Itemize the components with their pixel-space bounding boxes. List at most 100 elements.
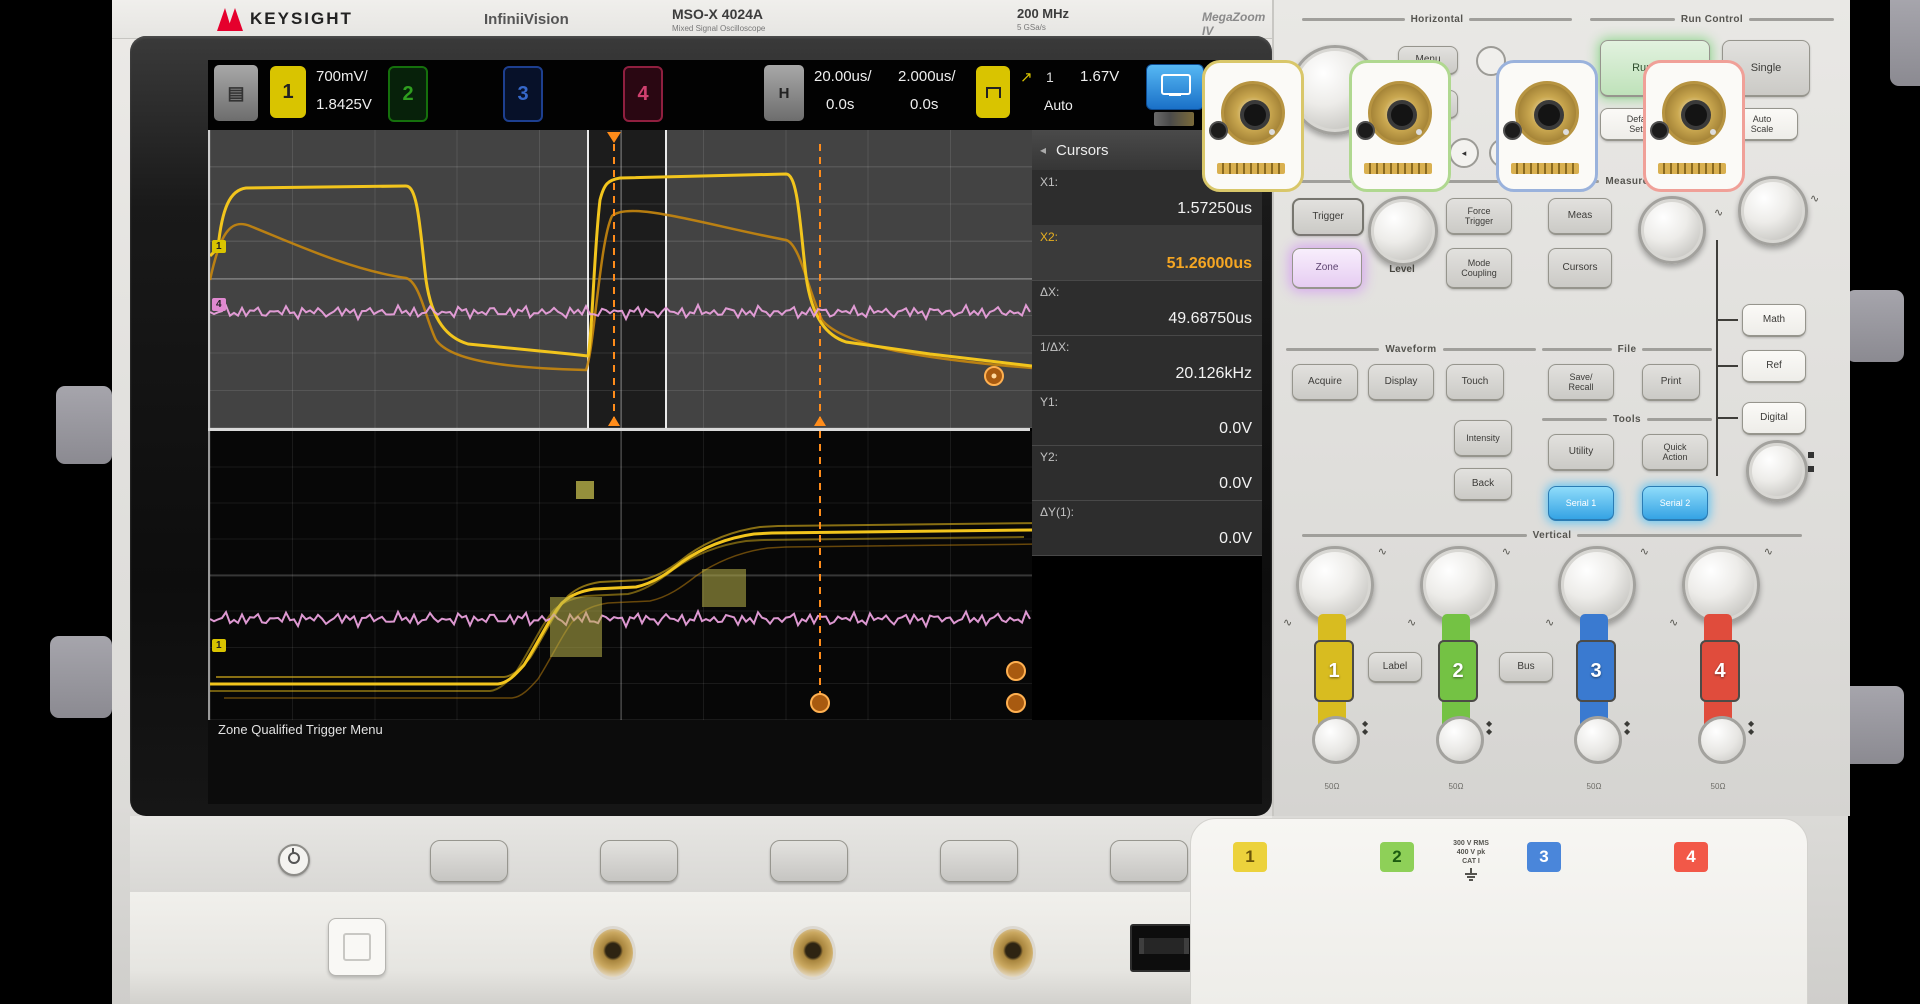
menu-icon-button[interactable]: ▤ (214, 65, 258, 121)
knob-dot (1808, 466, 1814, 472)
cursor-dy-label: ΔY(1): (1040, 505, 1074, 519)
analysis-bracket (1716, 417, 1738, 419)
ch4-position-knob[interactable] (1698, 716, 1746, 764)
ch2-position-knob[interactable] (1436, 716, 1484, 764)
channel2-status-button[interactable]: 2 (388, 66, 428, 122)
ch1-on-off-button[interactable]: 1 (1314, 640, 1354, 702)
bnc-pin (1269, 129, 1275, 135)
bus-button[interactable]: Bus (1499, 652, 1553, 683)
bnc-center (1240, 100, 1270, 130)
cursor-row-dy[interactable]: ΔY(1): 0.0V (1032, 500, 1262, 556)
utility-button[interactable]: Utility (1548, 434, 1614, 471)
vertical-label-text: Vertical (1533, 530, 1572, 541)
wave-symbol: ∿ (1714, 206, 1723, 219)
ch1-filtered-trace (210, 211, 1032, 370)
cursors-panel: ◂ Cursors ▦ X1: 1.57250us X2: 51.26000us… (1032, 130, 1262, 555)
cursors-button[interactable]: Cursors (1548, 248, 1612, 289)
ref-button[interactable]: Ref (1742, 350, 1806, 383)
cursor-dx-value: 49.68750us (1168, 310, 1252, 328)
cursor-grab-handle[interactable] (1007, 662, 1025, 680)
print-button[interactable]: Print (1642, 364, 1700, 401)
channel4-status-button[interactable]: 4 (623, 66, 663, 122)
ch3-position-knob[interactable] (1574, 716, 1622, 764)
usb-host-port[interactable] (328, 918, 386, 976)
analysis-bracket (1716, 319, 1738, 321)
force-trigger-button[interactable]: Force Trigger (1446, 198, 1512, 235)
meas-button[interactable]: Meas (1548, 198, 1612, 235)
hw-softkey-2[interactable] (600, 840, 678, 882)
ch1-ground-marker: 1 (212, 240, 226, 253)
touch-display-button[interactable] (1146, 64, 1204, 110)
back-button[interactable]: Back (1454, 468, 1512, 501)
cursor-grab-handle[interactable] (811, 694, 829, 712)
trigger-level-knob[interactable] (1368, 196, 1438, 266)
power-button[interactable] (278, 844, 310, 876)
channel1-status-button[interactable]: 1 (270, 66, 306, 118)
bnc-ring (1515, 81, 1579, 145)
horizontal-status-button[interactable]: H (764, 65, 804, 121)
sample-rate-label: 5 GSa/s (1017, 23, 1046, 32)
ch1-persistence-trace (210, 537, 1024, 691)
intensity-button[interactable]: Intensity (1454, 420, 1512, 457)
acquire-button[interactable]: Acquire (1292, 364, 1358, 401)
hw-softkey-1[interactable] (430, 840, 508, 882)
autoprobe-strip (1511, 163, 1579, 174)
bnc2-number: 2 (1392, 847, 1401, 867)
bnc4-label: 4 (1674, 842, 1708, 872)
analysis-knob-b[interactable] (1746, 440, 1808, 502)
hw-softkey-4[interactable] (940, 840, 1018, 882)
ch1-scale-knob[interactable] (1296, 546, 1374, 624)
tools-label-text: Tools (1613, 414, 1641, 425)
cursor-x1-label: X1: (1040, 175, 1058, 189)
cursor-row-y2[interactable]: Y2: 0.0V (1032, 445, 1262, 501)
power-icon-bar (292, 848, 294, 854)
label-button[interactable]: Label (1368, 652, 1422, 683)
ch4-scale-knob[interactable] (1682, 546, 1760, 624)
ch2-scale-knob[interactable] (1420, 546, 1498, 624)
quick-action-button[interactable]: Quick Action (1642, 434, 1708, 471)
cursor-row-freq[interactable]: 1/ΔX: 20.126kHz (1032, 335, 1262, 391)
touch-button[interactable]: Touch (1446, 364, 1504, 401)
math-button[interactable]: Math (1742, 304, 1806, 337)
waveform-display[interactable]: 1 4 (208, 130, 1030, 722)
cursor-row-x2[interactable]: X2: 51.26000us (1032, 225, 1262, 281)
serial1-button[interactable]: Serial 1 (1548, 486, 1614, 521)
cursor-grab-handle[interactable] (1007, 694, 1025, 712)
trigger-status-button[interactable] (976, 66, 1010, 118)
cursor-row-y1[interactable]: Y1: 0.0V (1032, 390, 1262, 446)
level-knob-label: Level (1378, 264, 1426, 275)
hw-softkey-3[interactable] (770, 840, 848, 882)
hw-softkey-5[interactable] (1110, 840, 1188, 882)
mode-coupling-button[interactable]: Mode Coupling (1446, 248, 1512, 289)
ch1-position-knob[interactable] (1312, 716, 1360, 764)
display-button[interactable]: Display (1368, 364, 1434, 401)
cursor-x2-label: X2: (1040, 230, 1058, 244)
zoom-timebase-window: 1 (208, 431, 1032, 720)
zone-trigger-button[interactable]: Zone (1292, 248, 1362, 289)
analysis-knob-a[interactable] (1738, 176, 1808, 246)
ch2-on-off-button[interactable]: 2 (1438, 640, 1478, 702)
channel3-status-button[interactable]: 3 (503, 66, 543, 122)
model-subtitle: Mixed Signal Oscilloscope (672, 24, 765, 33)
ch4-on-off-button[interactable]: 4 (1700, 640, 1740, 702)
cursors-knob[interactable] (1638, 196, 1706, 264)
bandwidth-label: 200 MHz (1017, 6, 1069, 21)
trigger-button[interactable]: Trigger (1292, 198, 1364, 236)
ch3-scale-knob[interactable] (1558, 546, 1636, 624)
cursor-x1-value: 1.57250us (1177, 200, 1252, 218)
save-recall-button[interactable]: Save/ Recall (1548, 364, 1614, 401)
ch3-on-off-button[interactable]: 3 (1576, 640, 1616, 702)
analysis-bracket (1716, 365, 1738, 367)
digital-button[interactable]: Digital (1742, 402, 1806, 435)
ch1-impedance-label: 50Ω (1312, 782, 1352, 791)
trigger-zone1-region[interactable] (550, 597, 602, 657)
trigger-zone2-region[interactable] (702, 569, 746, 607)
serial2-button[interactable]: Serial 2 (1642, 486, 1708, 521)
collapse-icon[interactable]: ◂ (1040, 143, 1046, 157)
nav-prev-button[interactable]: ◂ (1449, 138, 1479, 168)
measure-label-text: Measure (1605, 176, 1648, 187)
cursor-row-dx[interactable]: ΔX: 49.68750us (1032, 280, 1262, 336)
cursor-y1-value: 0.0V (1219, 420, 1252, 438)
screen-icon (1161, 74, 1191, 95)
connector-strip (130, 892, 1190, 1004)
